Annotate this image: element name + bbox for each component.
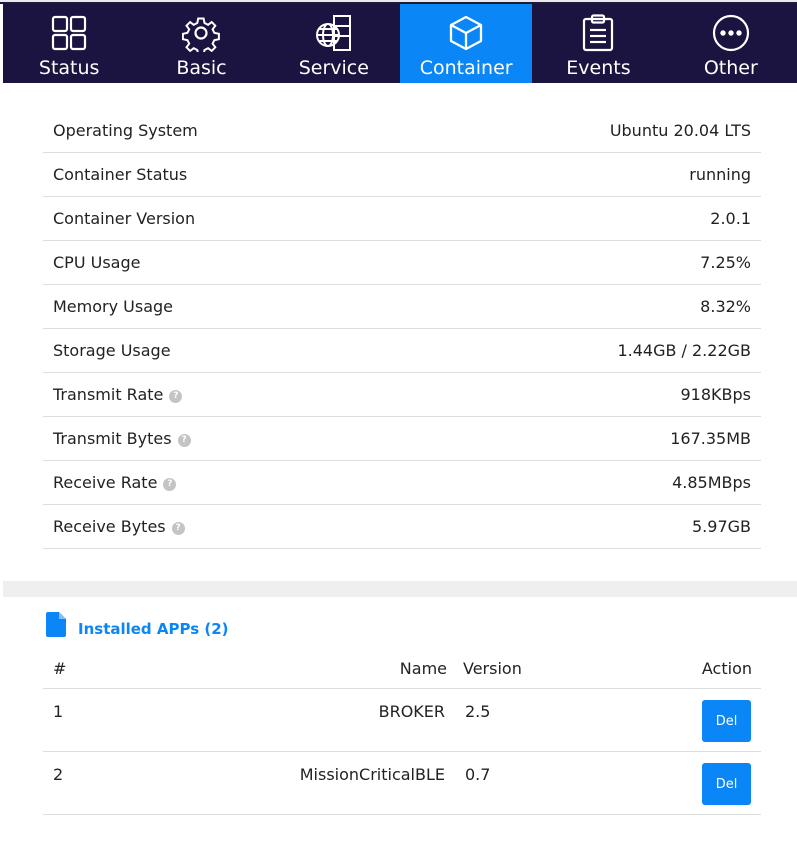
- info-value: Ubuntu 20.04 LTS: [609, 121, 751, 140]
- globe-icon: [314, 13, 354, 53]
- col-num: #: [53, 659, 67, 678]
- info-value: 2.0.1: [710, 209, 751, 228]
- document-icon: [46, 612, 66, 641]
- more-icon: [712, 13, 750, 53]
- info-label: CPU Usage: [53, 253, 141, 272]
- info-label: Container Status: [53, 165, 188, 184]
- info-label: Memory Usage: [53, 297, 174, 316]
- info-label: Receive Bytes: [53, 517, 166, 536]
- app-version: 0.7: [465, 765, 491, 784]
- gear-icon: [182, 13, 221, 53]
- info-value: 1.44GB / 2.22GB: [617, 341, 751, 360]
- tab-label: Other: [703, 57, 758, 79]
- tab-container[interactable]: Container: [399, 4, 533, 83]
- info-label-wrap: Transmit Bytes?: [53, 429, 191, 448]
- app-num: 2: [53, 765, 64, 784]
- installed-apps-header: Installed APPs (2): [46, 612, 229, 641]
- delete-button[interactable]: Del: [702, 763, 751, 805]
- info-label: Operating System: [53, 121, 198, 140]
- info-row-memory-usage: Memory Usage 8.32%: [43, 285, 761, 329]
- tab-label: Status: [38, 57, 100, 79]
- tab-label: Container: [419, 57, 513, 79]
- info-label: Storage Usage: [53, 341, 171, 360]
- help-icon[interactable]: ?: [171, 521, 185, 535]
- app-version: 2.5: [465, 702, 491, 721]
- tab-label: Service: [298, 57, 369, 79]
- help-icon[interactable]: ?: [163, 477, 177, 491]
- tab-status[interactable]: Status: [3, 4, 135, 83]
- info-value: 4.85MBps: [672, 473, 751, 492]
- info-label-wrap: Transmit Rate?: [53, 385, 183, 404]
- info-value: 5.97GB: [692, 517, 751, 536]
- clipboard-icon: [581, 13, 615, 53]
- info-label-wrap: Receive Bytes?: [53, 517, 185, 536]
- info-row-container-status: Container Status running: [43, 153, 761, 197]
- tab-events[interactable]: Events: [532, 4, 664, 83]
- help-icon[interactable]: ?: [177, 433, 191, 447]
- info-label: Container Version: [53, 209, 196, 228]
- tab-label: Basic: [176, 57, 227, 79]
- help-icon[interactable]: ?: [169, 389, 183, 403]
- info-label: Transmit Rate: [53, 385, 164, 404]
- info-row-receive-bytes: Receive Bytes? 5.97GB: [43, 505, 761, 549]
- box-icon: [447, 13, 485, 53]
- tab-basic[interactable]: Basic: [135, 4, 267, 83]
- tab-label: Events: [566, 57, 631, 79]
- table-row: 2 MissionCriticalBLE 0.7 Del: [43, 752, 761, 815]
- delete-button[interactable]: Del: [702, 700, 751, 742]
- col-name: Name: [399, 659, 447, 678]
- col-version: Version: [463, 659, 522, 678]
- info-label: Transmit Bytes: [53, 429, 172, 448]
- info-row-storage-usage: Storage Usage 1.44GB / 2.22GB: [43, 329, 761, 373]
- info-value: running: [689, 165, 751, 184]
- info-label: Receive Rate: [53, 473, 158, 492]
- info-value: 7.25%: [700, 253, 751, 272]
- app-num: 1: [53, 702, 64, 721]
- section-divider: [3, 581, 797, 597]
- tab-bar: Status Basic Service Container Events Ot…: [3, 4, 797, 83]
- info-label-wrap: Receive Rate?: [53, 473, 177, 492]
- app-name: MissionCriticalBLE: [299, 765, 445, 784]
- info-row-operating-system: Operating System Ubuntu 20.04 LTS: [43, 109, 761, 153]
- app-name: BROKER: [378, 702, 445, 721]
- table-header: # Name Version Action: [43, 648, 761, 689]
- info-value: 918KBps: [680, 385, 752, 404]
- tab-other[interactable]: Other: [665, 4, 797, 83]
- info-value: 8.32%: [700, 297, 751, 316]
- info-value: 167.35MB: [670, 429, 751, 448]
- info-row-container-version: Container Version 2.0.1: [43, 197, 761, 241]
- info-row-cpu-usage: CPU Usage 7.25%: [43, 241, 761, 285]
- info-row-receive-rate: Receive Rate? 4.85MBps: [43, 461, 761, 505]
- table-row: 1 BROKER 2.5 Del: [43, 689, 761, 752]
- installed-apps-title: Installed APPs (2): [78, 620, 229, 638]
- installed-apps-table: # Name Version Action 1 BROKER 2.5 Del 2…: [43, 648, 761, 815]
- tab-service[interactable]: Service: [268, 4, 400, 83]
- container-info-table: Operating System Ubuntu 20.04 LTS Contai…: [43, 109, 761, 549]
- info-row-transmit-bytes: Transmit Bytes? 167.35MB: [43, 417, 761, 461]
- grid-icon: [51, 13, 87, 53]
- col-action: Action: [701, 659, 752, 678]
- info-row-transmit-rate: Transmit Rate? 918KBps: [43, 373, 761, 417]
